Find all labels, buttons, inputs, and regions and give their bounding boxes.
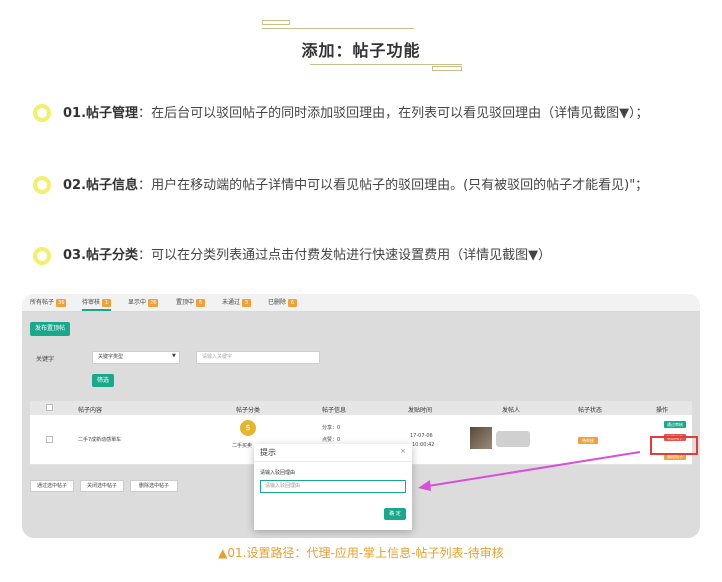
- feature-item-1: 01.帖子管理：在后台可以驳回帖子的同时添加驳回理由，在列表可以看见驳回理由（详…: [63, 104, 693, 124]
- reject-reason-dialog: 提示 × 请输入驳回理由 请输入驳回理由 确 定: [254, 444, 412, 530]
- feature-sep: ：: [138, 178, 152, 193]
- feature-name: 帖子信息: [86, 178, 139, 193]
- bullet-icon: [33, 104, 51, 122]
- feature-sep: ：: [138, 106, 152, 121]
- feature-num: 02.: [63, 178, 87, 193]
- close-icon[interactable]: ×: [400, 447, 406, 455]
- bullet-icon: [33, 247, 51, 265]
- ornament-top-box: [262, 20, 290, 25]
- feature-num: 01.: [63, 106, 87, 121]
- feature-item-3: 03.帖子分类：可以在分类列表通过点击付费发帖进行快速设置费用（详情见截图▼）: [63, 246, 693, 266]
- page-title: 添加：帖子功能: [301, 41, 421, 60]
- feature-text: 可以在分类列表通过点击付费发帖进行快速设置费用（详情见截图▼）: [151, 248, 552, 263]
- screenshot-caption: ▲01.设置路径：代理-应用-掌上信息-帖子列表-待审核: [218, 546, 504, 560]
- feature-text: 用户在移动端的帖子详情中可以看见帖子的驳回理由。(只有被驳回的帖子才能看见)"；: [151, 178, 649, 193]
- ornament-top-line: [262, 28, 414, 29]
- reject-reason-input[interactable]: 请输入驳回理由: [260, 480, 406, 493]
- ornament-bottom-box: [432, 66, 462, 71]
- dialog-label: 请输入驳回理由: [260, 470, 296, 476]
- bullet-icon: [33, 176, 51, 194]
- feature-item-2: 02.帖子信息：用户在移动端的帖子详情中可以看见帖子的驳回理由。(只有被驳回的帖…: [63, 176, 693, 196]
- dialog-title: 提示: [254, 444, 412, 462]
- admin-screenshot: 所有帖子 36 待审核 1 显示中 26 置顶中 6 未通过 3 已删除 6 发布置顶帖 关…: [22, 294, 700, 538]
- feature-name: 帖子管理: [86, 106, 139, 121]
- confirm-button[interactable]: 确 定: [384, 508, 406, 520]
- feature-text: 在后台可以驳回帖子的同时添加驳回理由，在列表可以看见驳回理由（详情见截图▼）；: [151, 106, 649, 121]
- ornament-bottom-line: [310, 64, 462, 65]
- feature-num: 03.: [63, 248, 87, 263]
- feature-name: 帖子分类: [86, 248, 139, 263]
- feature-sep: ：: [138, 248, 152, 263]
